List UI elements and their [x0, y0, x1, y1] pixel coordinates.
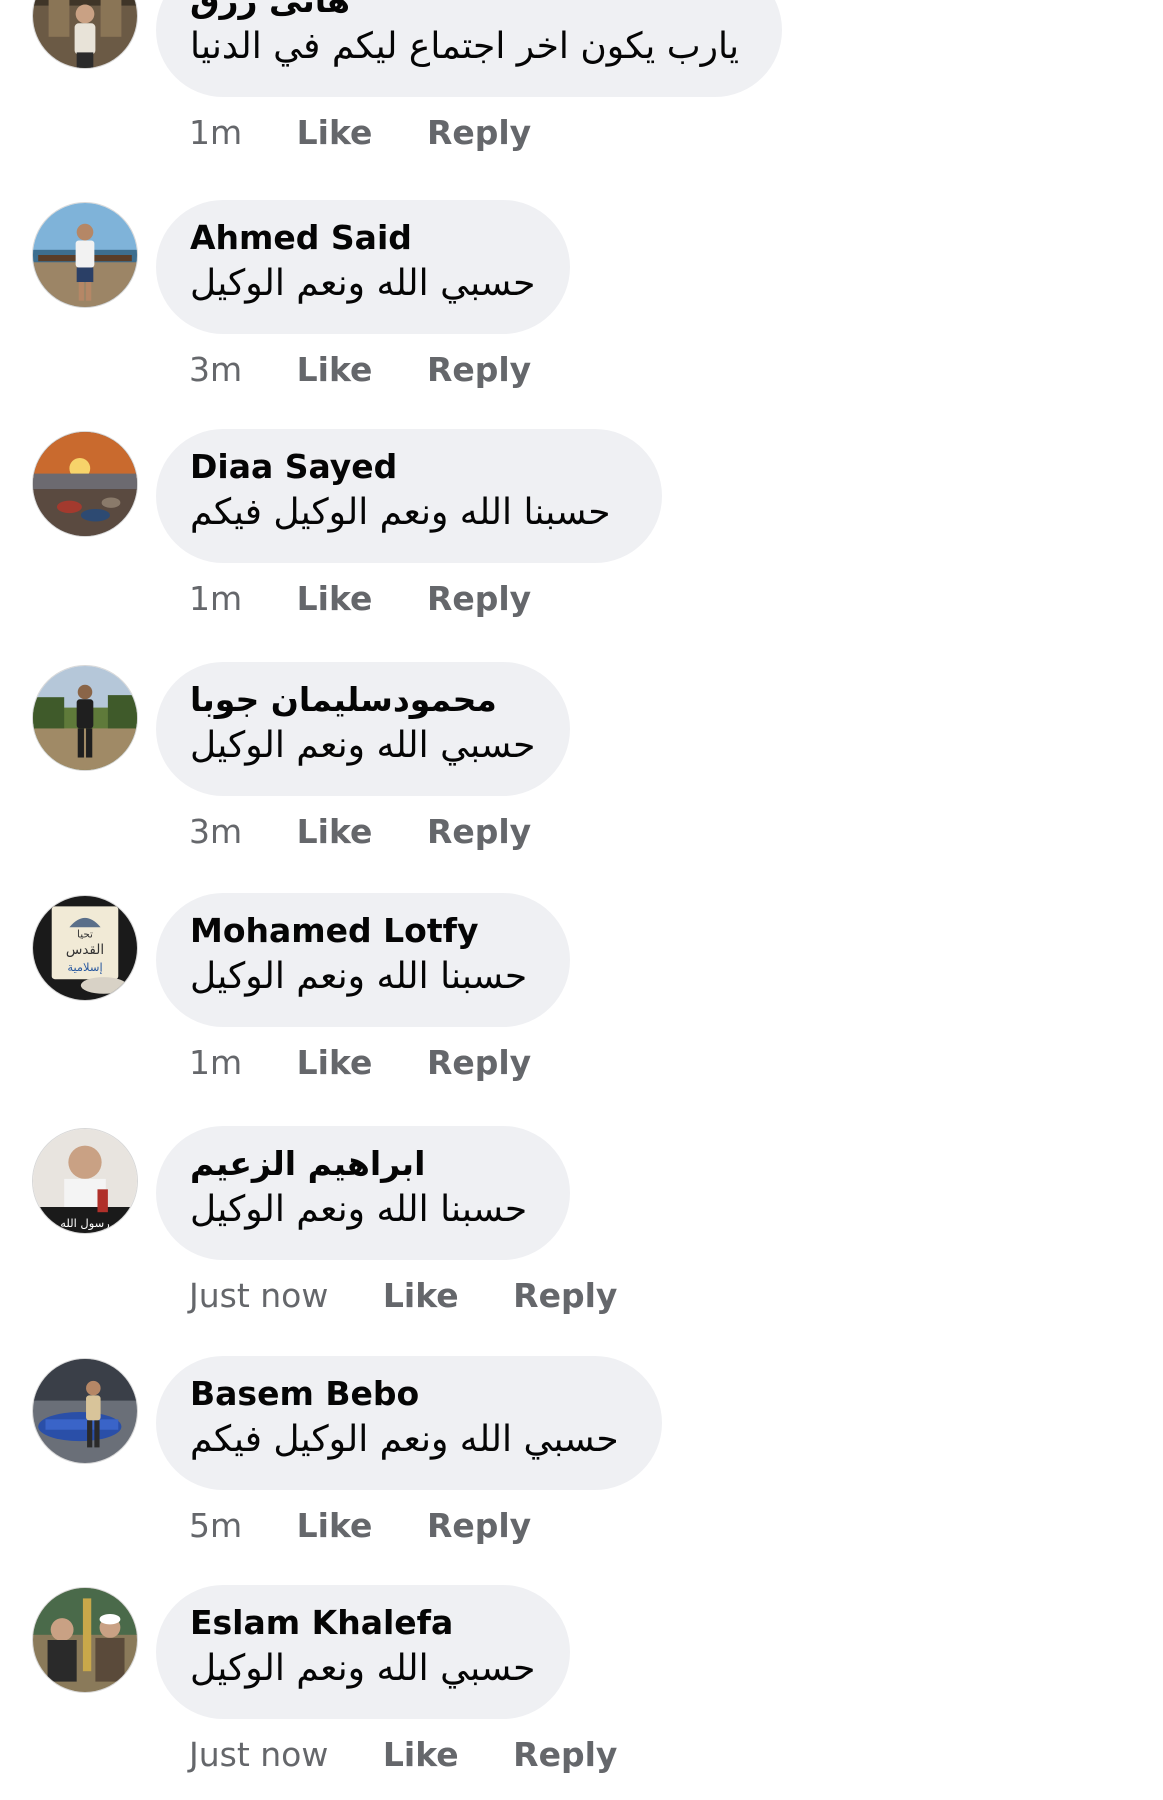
- comment-text: يارب يكون اخر اجتماع ليكم في الدنيا: [190, 26, 739, 67]
- comment-timestamp[interactable]: 3m: [189, 350, 242, 390]
- like-button[interactable]: Like: [297, 350, 373, 390]
- badge-line-2: القدس: [66, 942, 104, 958]
- comment-author[interactable]: هانى رزق: [190, 0, 748, 21]
- reply-button[interactable]: Reply: [427, 1043, 531, 1083]
- comment-text: حسبي الله ونعم الوكيل: [190, 263, 536, 304]
- like-button[interactable]: Like: [383, 1276, 459, 1316]
- badge-text: رسول الله: [60, 1216, 110, 1231]
- like-button[interactable]: Like: [297, 113, 373, 153]
- comment-timestamp[interactable]: 3m: [189, 812, 242, 852]
- avatar-photo-icon: [33, 1588, 137, 1692]
- avatar-photo-icon: [33, 203, 137, 307]
- reply-button[interactable]: Reply: [427, 113, 531, 153]
- comment-text: حسبنا الله ونعم الوكيل فيكم: [190, 492, 611, 533]
- avatar[interactable]: [32, 202, 138, 308]
- avatar[interactable]: [32, 665, 138, 771]
- avatar[interactable]: [32, 1587, 138, 1693]
- comment-timestamp[interactable]: Just now: [189, 1735, 328, 1775]
- comment-actions: Just now Like Reply: [189, 1276, 617, 1316]
- comment-text: حسبي الله ونعم الوكيل: [190, 1648, 536, 1689]
- comment-text: حسبي الله ونعم الوكيل: [190, 725, 536, 766]
- comment-text: حسبنا الله ونعم الوكيل: [190, 1189, 528, 1230]
- avatar[interactable]: تحيا القدس إسلامية: [32, 895, 138, 1001]
- comment-bubble: Mohamed Lotfy حسبنا الله ونعم الوكيل: [156, 893, 570, 1027]
- reply-button[interactable]: Reply: [427, 579, 531, 619]
- comment-timestamp[interactable]: 1m: [189, 113, 242, 153]
- avatar-photo-icon: [33, 666, 137, 770]
- comment-bubble: Basem Bebo حسبي الله ونعم الوكيل فيكم: [156, 1356, 662, 1490]
- reply-button[interactable]: Reply: [427, 350, 531, 390]
- avatar-photo-icon: [33, 1359, 137, 1463]
- comment-author[interactable]: محمودسليمان جوبا: [190, 680, 536, 720]
- comment-author[interactable]: Diaa Sayed: [190, 447, 628, 487]
- comment-actions: 1m Like Reply: [189, 113, 531, 153]
- like-button[interactable]: Like: [297, 1043, 373, 1083]
- badge-line-3: إسلامية: [67, 960, 102, 974]
- avatar[interactable]: [32, 1358, 138, 1464]
- like-button[interactable]: Like: [297, 579, 373, 619]
- comment-timestamp[interactable]: 1m: [189, 1043, 242, 1083]
- comment-actions: 3m Like Reply: [189, 350, 531, 390]
- like-button[interactable]: Like: [383, 1735, 459, 1775]
- comment-timestamp[interactable]: 1m: [189, 579, 242, 619]
- like-button[interactable]: Like: [297, 812, 373, 852]
- comment-author[interactable]: Mohamed Lotfy: [190, 911, 536, 951]
- avatar-photo-icon: رسول الله: [33, 1129, 137, 1233]
- comment-author[interactable]: Eslam Khalefa: [190, 1603, 536, 1643]
- comment-actions: 5m Like Reply: [189, 1506, 531, 1546]
- like-button[interactable]: Like: [297, 1506, 373, 1546]
- comment-actions: Just now Like Reply: [189, 1735, 617, 1775]
- reply-button[interactable]: Reply: [513, 1276, 617, 1316]
- comment-author[interactable]: Ahmed Said: [190, 218, 536, 258]
- reply-button[interactable]: Reply: [427, 812, 531, 852]
- comment-text: حسبنا الله ونعم الوكيل: [190, 956, 528, 997]
- reply-button[interactable]: Reply: [427, 1506, 531, 1546]
- comment-bubble: Eslam Khalefa حسبي الله ونعم الوكيل: [156, 1585, 570, 1719]
- avatar-photo-icon: تحيا القدس إسلامية: [33, 896, 137, 1000]
- comment-author[interactable]: Basem Bebo: [190, 1374, 628, 1414]
- comment-bubble: محمودسليمان جوبا حسبي الله ونعم الوكيل: [156, 662, 570, 796]
- reply-button[interactable]: Reply: [513, 1735, 617, 1775]
- comment-actions: 1m Like Reply: [189, 1043, 531, 1083]
- comment-timestamp[interactable]: Just now: [189, 1276, 328, 1316]
- comment-actions: 3m Like Reply: [189, 812, 531, 852]
- comment-bubble: هانى رزق يارب يكون اخر اجتماع ليكم في ال…: [156, 0, 782, 97]
- comment-text: حسبي الله ونعم الوكيل فيكم: [190, 1419, 619, 1460]
- avatar[interactable]: [32, 0, 138, 69]
- comment-bubble: ابراهيم الزعيم حسبنا الله ونعم الوكيل: [156, 1126, 570, 1260]
- avatar[interactable]: [32, 431, 138, 537]
- avatar-photo-icon: [33, 432, 137, 536]
- comment-actions: 1m Like Reply: [189, 579, 531, 619]
- badge-line-1: تحيا: [77, 929, 93, 941]
- avatar-photo-icon: [33, 0, 137, 68]
- comment-bubble: Diaa Sayed حسبنا الله ونعم الوكيل فيكم: [156, 429, 662, 563]
- comment-timestamp[interactable]: 5m: [189, 1506, 242, 1546]
- comment-bubble: Ahmed Said حسبي الله ونعم الوكيل: [156, 200, 570, 334]
- comment-author[interactable]: ابراهيم الزعيم: [190, 1144, 536, 1184]
- avatar[interactable]: رسول الله: [32, 1128, 138, 1234]
